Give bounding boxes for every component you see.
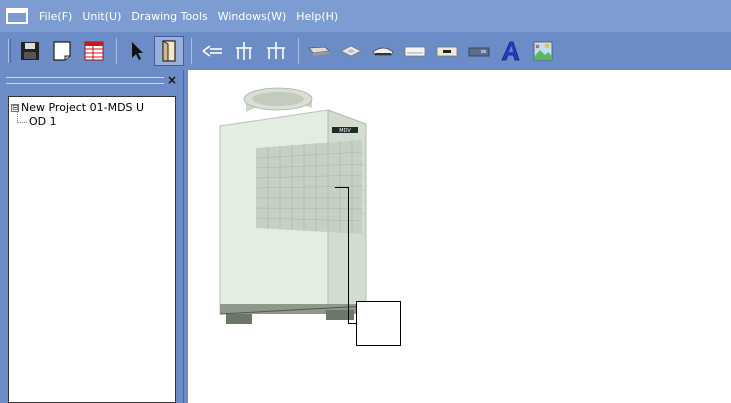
branch-joint-button[interactable] [197,36,227,66]
outdoor-unit-image[interactable]: MDV [216,82,368,328]
leader-line [348,323,356,324]
controller-button[interactable] [432,36,462,66]
menu-help[interactable]: Help(H) [296,10,338,23]
app-window-icon[interactable] [6,8,28,24]
menu-windows[interactable]: Windows(W) [218,10,287,23]
project-tree[interactable]: ⊟ New Project 01-MDS U OD 1 [8,96,176,403]
menu-file[interactable]: File(F) [39,10,72,23]
header-joint-2-button[interactable] [261,36,291,66]
leader-line [348,187,349,323]
tree-item-od1[interactable]: OD 1 [29,115,57,128]
toolbar-separator [298,38,299,64]
menu-bar: File(F) Unit(U) Drawing Tools Windows(W)… [0,0,731,32]
picture-icon [533,41,553,61]
header-joint-button[interactable] [229,36,259,66]
save-button[interactable] [15,36,45,66]
new-page-icon [53,41,71,61]
duct-unit-icon [308,46,330,56]
cassette-unit-icon [340,45,362,57]
toolbar-separator [116,38,117,64]
pointer-icon [132,42,143,60]
menu-unit[interactable]: Unit(U) [82,10,121,23]
toolbar-separator [191,38,192,64]
picture-button[interactable] [528,36,558,66]
ceiling-unit-icon [372,47,394,56]
remote-icon [468,47,490,57]
unit-label-box[interactable] [356,301,401,346]
leader-line [335,187,348,188]
remote-button[interactable] [464,36,494,66]
wall-unit-button[interactable] [400,36,430,66]
tree-item-label: OD 1 [29,115,57,128]
controller-icon [436,46,458,57]
panel-title-bar[interactable]: × [4,73,179,88]
text-tool-icon [501,41,520,61]
drawing-canvas[interactable]: MDV [188,70,731,403]
panel-grip [6,77,164,84]
toolbar-grip[interactable] [8,39,11,63]
cassette-unit-button[interactable] [336,36,366,66]
pointer-button[interactable] [122,36,152,66]
toolbar [0,32,731,70]
door-button[interactable] [154,36,184,66]
brand-logo: MDV [339,128,351,134]
new-page-button[interactable] [47,36,77,66]
table-button[interactable] [79,36,109,66]
collapse-icon[interactable]: ⊟ [11,104,19,112]
duct-unit-button[interactable] [304,36,334,66]
ceiling-unit-button[interactable] [368,36,398,66]
project-panel: × ⊟ New Project 01-MDS U OD 1 [0,70,183,403]
tree-item-project[interactable]: ⊟ New Project 01-MDS U [11,101,144,114]
header-joint-2-icon [267,42,285,59]
door-icon [162,40,176,62]
table-icon [84,41,104,61]
text-tool-button[interactable] [496,36,526,66]
close-icon[interactable]: × [167,73,177,87]
tree-connector [17,122,27,123]
tree-item-label: New Project 01-MDS U [21,101,145,114]
header-joint-icon [236,42,252,60]
branch-joint-icon [202,45,222,57]
save-icon [21,42,39,60]
wall-unit-icon [404,46,426,57]
menu-drawing-tools[interactable]: Drawing Tools [131,10,207,23]
